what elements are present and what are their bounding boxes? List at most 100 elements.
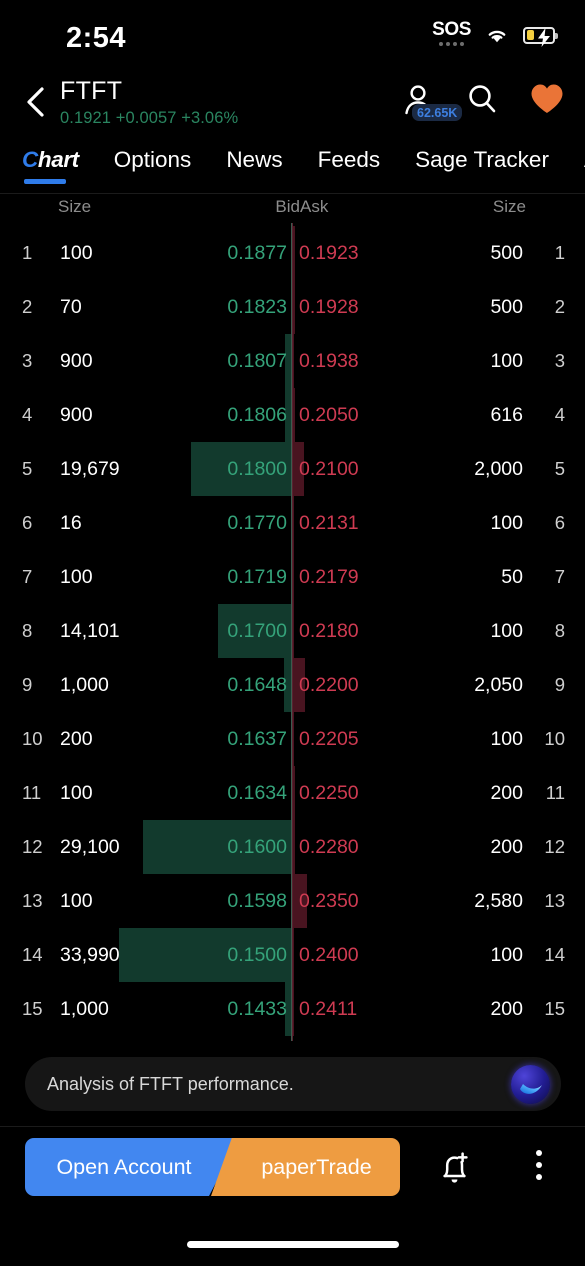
order-book-row[interactable]: 1 100 0.1877 0.1923 500 1	[0, 226, 585, 280]
ticker-symbol: FTFT	[60, 77, 123, 105]
order-book-row[interactable]: 10 200 0.1637 0.2205 100 10	[0, 712, 585, 766]
bid-size-cell: 29,100	[60, 836, 120, 858]
battery-charging-icon	[523, 26, 558, 47]
tab-active-underline	[24, 179, 66, 184]
ask-depth-bar	[293, 388, 295, 442]
tab-news[interactable]: News	[226, 145, 282, 175]
ask-price-cell: 0.2205	[299, 728, 359, 750]
ask-size-cell: 616	[490, 404, 523, 426]
row-index-left: 5	[22, 458, 33, 479]
bid-size-cell: 70	[60, 296, 82, 318]
row-index-left: 9	[22, 674, 33, 695]
ask-size-cell: 2,050	[474, 674, 523, 696]
bid-size-cell: 200	[60, 728, 93, 750]
row-index-left: 14	[22, 944, 43, 965]
tab-feeds[interactable]: Feeds	[318, 145, 381, 175]
row-index-right: 4	[554, 404, 565, 425]
bid-price-cell: 0.1770	[227, 512, 287, 534]
order-book-row[interactable]: 2 70 0.1823 0.1928 500 2	[0, 280, 585, 334]
ask-price-cell: 0.2250	[299, 782, 359, 804]
row-index-left: 7	[22, 566, 33, 587]
ask-size-cell: 100	[490, 620, 523, 642]
ask-price-cell: 0.2350	[299, 890, 359, 912]
order-book-row[interactable]: 8 14,101 0.1700 0.2180 100 8	[0, 604, 585, 658]
row-index-right: 12	[544, 836, 565, 857]
order-book-row[interactable]: 14 33,990 0.1500 0.2400 100 14	[0, 928, 585, 982]
row-index-left: 1	[22, 242, 33, 263]
tab-chart[interactable]: Chart	[22, 145, 79, 184]
person-icon[interactable]: 62.65K	[401, 82, 463, 121]
ask-price-cell: 0.2131	[299, 512, 359, 534]
row-index-left: 10	[22, 728, 43, 749]
order-book-row[interactable]: 4 900 0.1806 0.2050 616 4	[0, 388, 585, 442]
row-index-left: 4	[22, 404, 33, 425]
order-book-row[interactable]: 13 100 0.1598 0.2350 2,580 13	[0, 874, 585, 928]
row-index-right: 13	[544, 890, 565, 911]
ask-price-cell: 0.2280	[299, 836, 359, 858]
ask-depth-bar	[293, 928, 294, 982]
more-vertical-icon[interactable]	[522, 1150, 556, 1188]
order-book-row[interactable]: 12 29,100 0.1600 0.2280 200 12	[0, 820, 585, 874]
row-index-left: 2	[22, 296, 33, 317]
bid-size-cell: 33,990	[60, 944, 120, 966]
row-index-left: 11	[22, 782, 42, 803]
bid-size-cell: 100	[60, 566, 93, 588]
bid-price-cell: 0.1598	[227, 890, 287, 912]
order-book-row[interactable]: 6 16 0.1770 0.2131 100 6	[0, 496, 585, 550]
ask-size-cell: 100	[490, 350, 523, 372]
tab-options[interactable]: Options	[114, 145, 192, 175]
row-index-right: 8	[554, 620, 565, 641]
action-bar: Open Account paperTrade	[0, 1138, 585, 1200]
ask-price-cell: 0.2400	[299, 944, 359, 966]
order-book-column-headers: Size Bid Ask Size	[0, 197, 585, 223]
ask-price-cell: 0.2100	[299, 458, 359, 480]
ask-depth-bar	[293, 712, 294, 766]
bid-price-cell: 0.1877	[227, 242, 287, 264]
tab-chart-label-first: C	[22, 147, 38, 172]
order-book-row[interactable]: 11 100 0.1634 0.2250 200 11	[0, 766, 585, 820]
row-index-right: 11	[545, 782, 565, 803]
nav-tabs: Chart Options News Feeds Sage Tracker A	[0, 145, 585, 193]
ask-size-cell: 100	[490, 728, 523, 750]
stock-detail-screen: 2:54 SOS FTFT 0.1921 +0.0057 +3.06% 62.6…	[0, 0, 585, 1266]
ask-price-cell: 0.1938	[299, 350, 359, 372]
ask-depth-bar	[293, 982, 294, 1036]
row-index-left: 8	[22, 620, 33, 641]
ask-size-cell: 200	[490, 782, 523, 804]
ai-prompt-bar[interactable]: Analysis of FTFT performance.	[25, 1057, 561, 1111]
row-index-right: 5	[554, 458, 565, 479]
symbol-block[interactable]: FTFT 0.1921 +0.0057 +3.06%	[60, 77, 238, 128]
bell-plus-icon[interactable]	[432, 1149, 476, 1189]
row-index-right: 2	[554, 296, 565, 317]
ask-price-cell: 0.2180	[299, 620, 359, 642]
ask-price-cell: 0.2200	[299, 674, 359, 696]
ask-depth-bar	[293, 550, 294, 604]
chevron-left-icon[interactable]	[20, 84, 52, 120]
order-book-row[interactable]: 15 1,000 0.1433 0.2411 200 15	[0, 982, 585, 1036]
tab-sage-tracker[interactable]: Sage Tracker	[415, 145, 549, 175]
ai-assistant-icon[interactable]	[511, 1065, 550, 1104]
bid-price-cell: 0.1433	[227, 998, 287, 1020]
search-icon[interactable]	[465, 82, 499, 120]
open-account-button[interactable]: Open Account	[25, 1138, 239, 1196]
bid-price-cell: 0.1800	[227, 458, 287, 480]
ai-prompt-text: Analysis of FTFT performance.	[47, 1074, 294, 1094]
row-index-left: 15	[22, 998, 43, 1019]
ask-depth-bar	[293, 334, 294, 388]
ask-price-cell: 0.2050	[299, 404, 359, 426]
ticker-header: FTFT 0.1921 +0.0057 +3.06% 62.65K	[0, 72, 585, 134]
heart-icon[interactable]	[529, 82, 563, 120]
order-book-row[interactable]: 5 19,679 0.1800 0.2100 2,000 5	[0, 442, 585, 496]
bid-price-cell: 0.1600	[227, 836, 287, 858]
paper-trade-button[interactable]: paperTrade	[211, 1138, 400, 1196]
row-index-right: 1	[554, 242, 565, 263]
ask-size-cell: 100	[490, 944, 523, 966]
ask-price-cell: 0.1923	[299, 242, 359, 264]
order-book-row[interactable]: 9 1,000 0.1648 0.2200 2,050 9	[0, 658, 585, 712]
column-header-ask: Ask	[300, 197, 329, 216]
order-book-row[interactable]: 7 100 0.1719 0.2179 50 7	[0, 550, 585, 604]
row-index-right: 3	[554, 350, 565, 371]
order-book-row[interactable]: 3 900 0.1807 0.1938 100 3	[0, 334, 585, 388]
order-book-table[interactable]: Size Bid Ask Size 1 100 0.1877 0.1923 500 1 2 7…	[0, 193, 585, 1043]
bid-price-cell: 0.1648	[227, 674, 287, 696]
